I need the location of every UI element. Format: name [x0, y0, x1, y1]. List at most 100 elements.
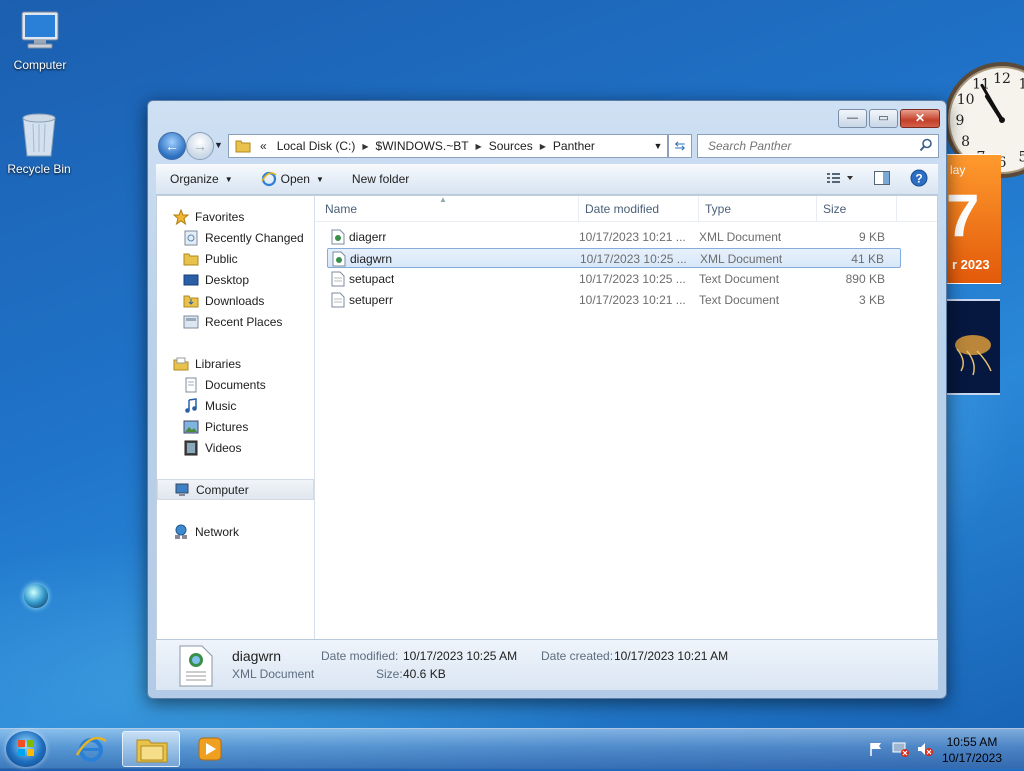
internet-explorer-icon	[75, 736, 107, 762]
nav-network[interactable]: Network	[173, 521, 330, 542]
slideshow-gadget[interactable]	[945, 299, 1000, 395]
breadcrumb-overflow[interactable]: «	[255, 139, 272, 153]
file-size: 890 KB	[845, 272, 885, 286]
details-date-created-label: Date created:	[541, 649, 614, 663]
recycle-bin-icon	[22, 113, 56, 157]
details-date-created: 10/17/2023 10:21 AM	[614, 649, 729, 663]
search-input[interactable]	[706, 135, 910, 157]
forward-button[interactable]: →	[186, 132, 214, 160]
details-size: 40.6 KB	[403, 667, 446, 681]
new-folder-button[interactable]: New folder	[338, 172, 423, 186]
breadcrumb-sources[interactable]: Sources	[484, 139, 538, 153]
nav-favorites[interactable]: Favorites	[173, 206, 330, 227]
file-type: Text Document	[699, 272, 780, 286]
breadcrumb-chevron-icon[interactable]: ▶	[360, 142, 370, 151]
file-type: Text Document	[699, 293, 780, 307]
open-button[interactable]: Open ▼	[247, 171, 338, 187]
clock-numeral: 1	[1019, 77, 1024, 93]
minimize-icon: —	[847, 112, 858, 124]
taskbar: 10:55 AM 10/17/2023	[0, 728, 1024, 769]
file-name: diagerr	[349, 230, 387, 244]
taskbar-clock[interactable]: 10:55 AM 10/17/2023	[942, 734, 1002, 766]
nav-label: Libraries	[195, 356, 242, 371]
taskbar-windows-explorer[interactable]	[122, 731, 180, 767]
internet-explorer-icon	[260, 171, 277, 187]
taskbar-date: 10/17/2023	[941, 751, 1002, 765]
organize-label: Organize	[170, 172, 219, 186]
notification-area: 10:55 AM 10/17/2023	[854, 729, 1024, 769]
recent-places-icon	[183, 315, 199, 328]
taskbar-internet-explorer[interactable]	[62, 731, 120, 767]
file-list[interactable]: ▲ Name Date modified Type Size diagerr 1…	[315, 195, 937, 640]
minimize-button[interactable]: —	[838, 109, 867, 128]
column-header-size[interactable]: Size	[817, 196, 897, 221]
taskbar-time: 10:55 AM	[946, 735, 998, 749]
explorer-window[interactable]: — ▭ ✕ ← → ▼ « Local Disk (C:) ▶ $WINDOWS…	[147, 100, 947, 699]
column-header-date-modified[interactable]: Date modified	[579, 196, 699, 221]
nav-label: Network	[195, 524, 240, 539]
back-arrow-icon: ←	[165, 138, 179, 154]
file-row-setupact[interactable]: setupact 10/17/2023 10:25 ... Text Docum…	[327, 269, 901, 289]
desktop-icon-recycle-bin[interactable]: Recycle Bin	[0, 112, 79, 176]
navigation-pane[interactable]: Favorites Recently Changed Public Deskto…	[157, 196, 315, 640]
file-type: XML Document	[699, 230, 782, 244]
file-row-diagerr[interactable]: diagerr 10/17/2023 10:21 ... XML Documen…	[327, 227, 901, 247]
calendar-day-number: 7	[946, 182, 980, 249]
address-bar[interactable]: « Local Disk (C:) ▶ $WINDOWS.~BT ▶ Sourc…	[228, 134, 668, 158]
column-headers: ▲ Name Date modified Type Size	[315, 195, 937, 222]
toolbar-right: ?	[816, 169, 938, 190]
back-forward-group: ← → ▼	[156, 132, 226, 160]
breadcrumb-chevron-icon[interactable]: ▶	[474, 142, 484, 151]
breadcrumb-local-disk[interactable]: Local Disk (C:)	[272, 139, 361, 153]
file-date: 10/17/2023 10:25 ...	[579, 272, 686, 286]
action-center-flag-icon[interactable]	[868, 741, 884, 757]
search-icon[interactable]	[919, 138, 933, 152]
downloads-folder-icon	[183, 295, 199, 307]
chevron-down-icon: ▼	[315, 174, 324, 184]
desktop-icon	[183, 274, 199, 285]
start-button[interactable]	[6, 731, 46, 767]
back-button[interactable]: ←	[158, 132, 186, 160]
organize-button[interactable]: Organize ▼	[156, 172, 247, 186]
breadcrumb-panther[interactable]: Panther	[548, 139, 600, 153]
nav-libraries[interactable]: Libraries	[173, 353, 330, 374]
recent-pages-dropdown-icon[interactable]: ▼	[214, 140, 223, 150]
computer-icon	[175, 483, 189, 496]
refresh-button[interactable]: ⇆	[668, 134, 692, 158]
nav-label: Documents	[205, 377, 266, 392]
address-dropdown-icon[interactable]: ▼	[649, 141, 667, 151]
column-header-type[interactable]: Type	[699, 196, 817, 221]
desktop-icon-computer[interactable]: Computer	[0, 10, 80, 72]
maximize-icon: ▭	[878, 112, 889, 124]
taskbar-media-player[interactable]	[182, 731, 240, 767]
change-view-button[interactable]	[826, 172, 854, 187]
breadcrumb-windows-bt[interactable]: $WINDOWS.~BT	[371, 139, 474, 153]
file-date: 10/17/2023 10:21 ...	[579, 230, 686, 244]
xml-file-large-icon	[179, 645, 213, 687]
forward-arrow-icon: →	[193, 138, 207, 154]
nav-label: Favorites	[195, 209, 245, 224]
computer-icon	[21, 11, 59, 49]
nav-label: Pictures	[205, 419, 249, 434]
preview-pane-button[interactable]	[874, 170, 890, 188]
nav-computer[interactable]: Computer	[157, 479, 314, 500]
details-file-name: diagwrn	[232, 648, 282, 664]
refresh-icon: ⇆	[674, 138, 686, 153]
file-row-diagwrn[interactable]: diagwrn 10/17/2023 10:25 ... XML Documen…	[327, 248, 901, 268]
network-disconnected-icon[interactable]	[892, 741, 910, 757]
help-button[interactable]: ?	[910, 169, 928, 190]
maximize-button[interactable]: ▭	[869, 109, 898, 128]
svg-text:?: ?	[915, 171, 922, 185]
media-player-icon	[198, 737, 222, 761]
file-row-setuperr[interactable]: setuperr 10/17/2023 10:21 ... Text Docum…	[327, 290, 901, 310]
nav-label: Public	[205, 251, 238, 266]
breadcrumb-chevron-icon[interactable]: ▶	[538, 142, 548, 151]
calendar-gadget[interactable]: lay 7 r 2023	[945, 154, 1001, 284]
star-icon	[173, 208, 189, 225]
column-header-name[interactable]: Name	[319, 196, 579, 221]
close-button[interactable]: ✕	[900, 109, 940, 128]
volume-muted-icon[interactable]	[916, 741, 934, 757]
search-box[interactable]	[697, 134, 939, 158]
folder-icon	[183, 253, 199, 265]
folder-icon	[235, 140, 251, 153]
